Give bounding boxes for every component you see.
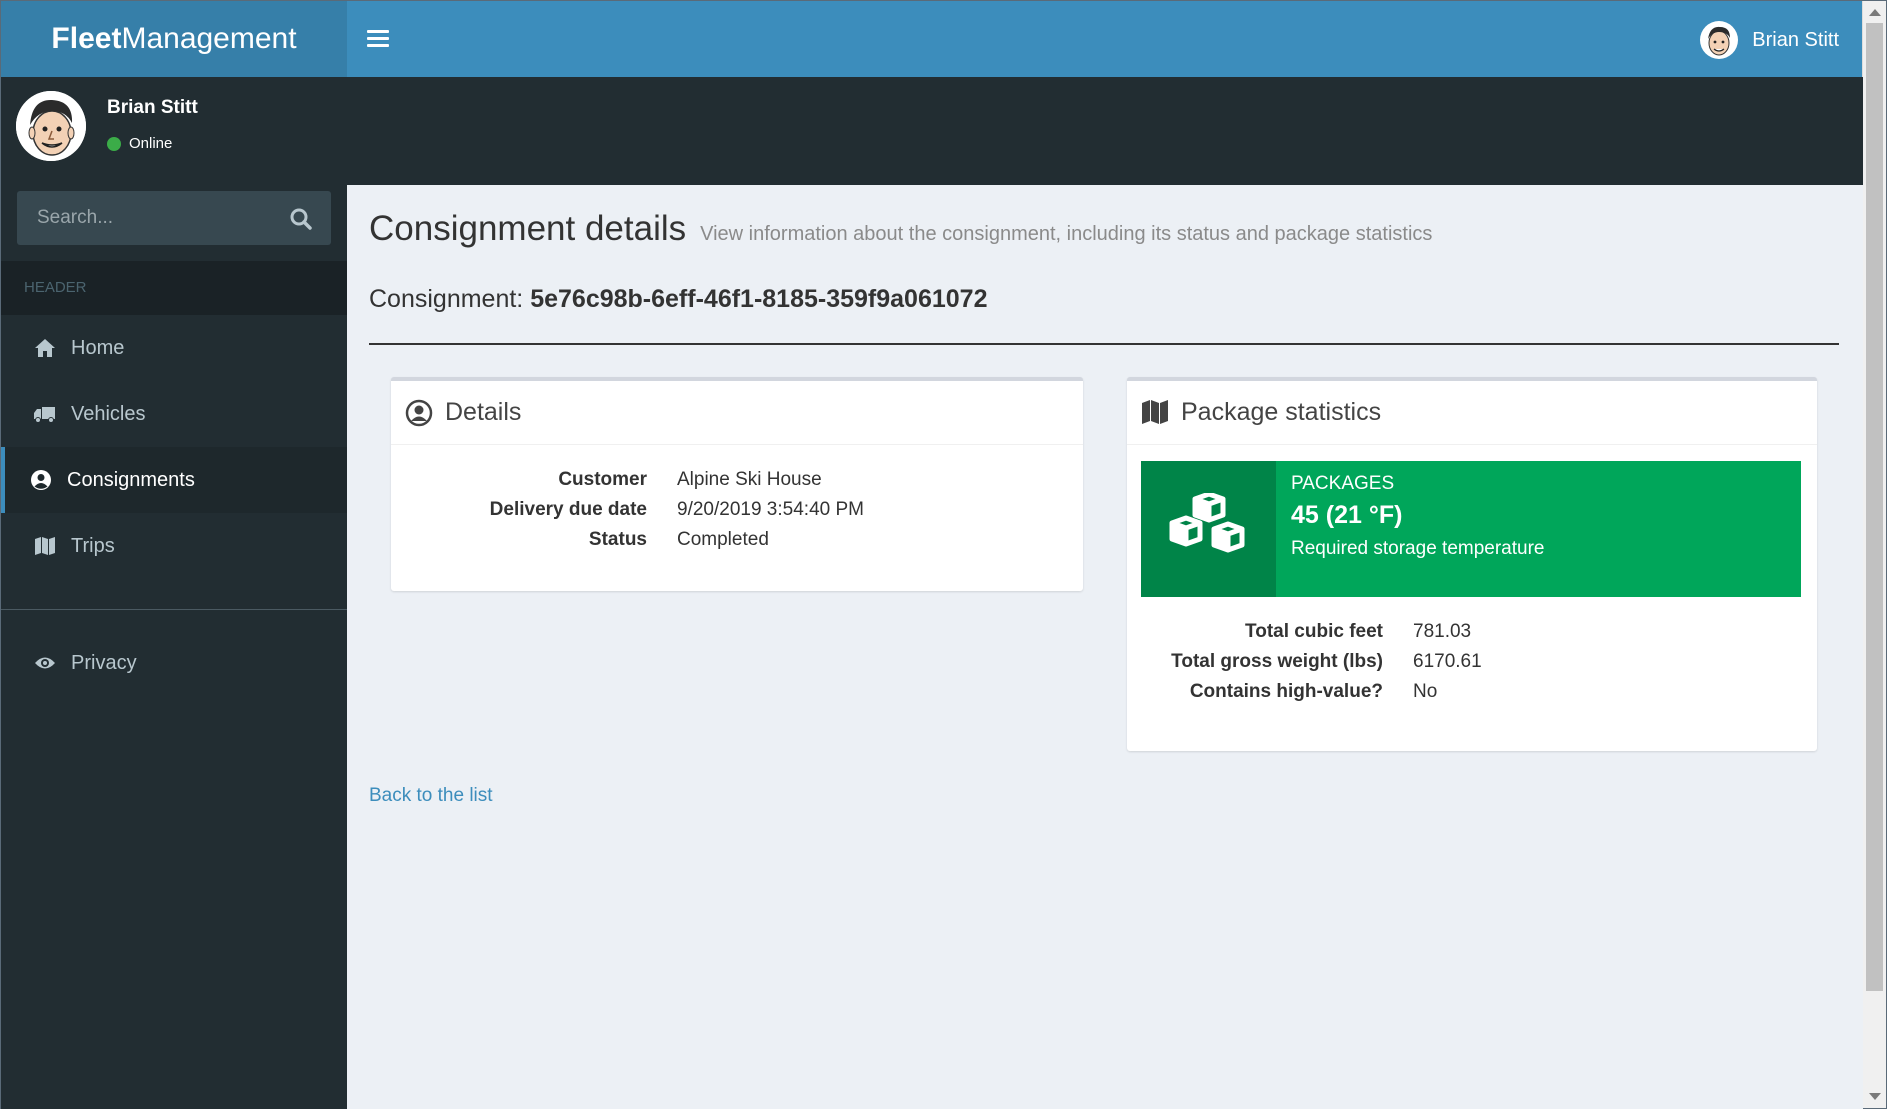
page-heading: Consignment details [369, 209, 687, 248]
details-label: Delivery due date [489, 499, 647, 520]
details-row: Customer Alpine Ski House [391, 465, 864, 495]
top-header: FleetManagement Brian Stitt [1, 1, 1863, 77]
home-icon [33, 336, 57, 360]
sidebar-section-header: HEADER [1, 261, 347, 315]
divider [369, 343, 1839, 345]
search-input[interactable] [17, 191, 277, 245]
stats-value: No [1413, 681, 1438, 702]
page-subtitle: View information about the consignment, … [700, 223, 1433, 245]
consignment-label: Consignment: [369, 285, 524, 313]
truck-icon [33, 402, 57, 426]
scrollbar-thumb[interactable] [1866, 23, 1883, 991]
stats-row: Total gross weight (lbs) 6170.61 [1127, 647, 1482, 677]
eye-icon [33, 651, 57, 675]
details-label: Status [588, 529, 647, 550]
info-box-content: PACKAGES 45 (21 °F) Required storage tem… [1291, 473, 1544, 560]
details-title: Details [445, 398, 522, 426]
package-statistics-panel: Package statistics PACKAGES 45 (21 °F) R… [1127, 377, 1817, 751]
sidebar-divider [1, 609, 347, 610]
sidebar-item-label: Privacy [71, 651, 137, 674]
packages-info-box: PACKAGES 45 (21 °F) Required storage tem… [1141, 461, 1801, 597]
stats-row: Total cubic feet 781.03 [1127, 617, 1482, 647]
sidebar-item-home[interactable]: Home [1, 315, 347, 381]
user-circle-icon [405, 399, 433, 427]
details-panel: Details Customer Alpine Ski House Delive… [391, 377, 1083, 591]
search-icon[interactable] [289, 207, 313, 231]
stats-list: Total cubic feet 781.03 Total gross weig… [1127, 617, 1482, 707]
info-box-description: Required storage temperature [1291, 538, 1545, 559]
page-title: Consignment details View information abo… [369, 209, 1432, 249]
details-value: 9/20/2019 3:54:40 PM [677, 499, 864, 520]
vertical-scrollbar[interactable] [1862, 1, 1886, 1108]
details-row: Status Completed [391, 525, 864, 555]
scroll-down-icon[interactable] [1869, 1093, 1881, 1100]
sidebar-search [17, 191, 331, 245]
cubes-icon [1141, 461, 1276, 597]
info-box-label: PACKAGES [1291, 473, 1395, 494]
details-value: Alpine Ski House [677, 469, 822, 490]
sidebar-item-trips[interactable]: Trips [1, 513, 347, 579]
main-content: Consignment details View information abo… [347, 185, 1863, 1109]
scroll-up-icon[interactable] [1869, 9, 1881, 16]
status-dot-icon [107, 136, 121, 151]
stats-label: Contains high-value? [1189, 681, 1383, 702]
user-status: Online [107, 135, 172, 152]
sidebar-item-label: Vehicles [71, 402, 146, 425]
hamburger-icon[interactable] [367, 27, 389, 51]
sidebar-item-privacy[interactable]: Privacy [1, 630, 347, 696]
sidebar-user-name: Brian Stitt [107, 97, 198, 118]
avatar [1700, 21, 1739, 59]
details-panel-header: Details [391, 381, 1083, 445]
avatar [16, 91, 86, 161]
info-box-number: 45 (21 °F) [1291, 501, 1403, 529]
back-to-list-link[interactable]: Back to the list [369, 785, 493, 807]
map-icon [1141, 399, 1169, 427]
header-user-menu[interactable]: Brian Stitt [1700, 21, 1839, 59]
sidebar-item-vehicles[interactable]: Vehicles [1, 381, 347, 447]
stats-value: 781.03 [1413, 621, 1472, 642]
stats-row: Contains high-value? No [1127, 677, 1482, 707]
sidebar-item-label: Consignments [67, 468, 195, 491]
header-user-name: Brian Stitt [1752, 28, 1839, 51]
stats-panel-header: Package statistics [1127, 381, 1817, 445]
details-label: Customer [558, 469, 647, 490]
details-row: Delivery due date 9/20/2019 3:54:40 PM [391, 495, 864, 525]
details-value: Completed [677, 529, 769, 550]
user-status-label: Online [129, 135, 173, 152]
sidebar-menu: Home Vehicles Consignments Trips Privacy [1, 315, 347, 696]
user-circle-icon [29, 468, 53, 492]
sidebar-item-consignments[interactable]: Consignments [1, 447, 347, 513]
user-panel: Brian Stitt Online [1, 77, 347, 185]
stats-title: Package statistics [1181, 398, 1382, 426]
map-icon [33, 534, 57, 558]
sidebar: Brian Stitt Online HEADER Home Vehicles [1, 77, 347, 1109]
details-list: Customer Alpine Ski House Delivery due d… [391, 465, 864, 555]
consignment-heading: Consignment: 5e76c98b-6eff-46f1-8185-359… [369, 285, 987, 314]
stats-label: Total gross weight (lbs) [1171, 651, 1383, 672]
sidebar-item-label: Trips [71, 534, 115, 557]
stats-value: 6170.61 [1413, 651, 1482, 672]
stats-label: Total cubic feet [1245, 621, 1383, 642]
sidebar-item-label: Home [71, 336, 125, 359]
consignment-id: 5e76c98b-6eff-46f1-8185-359f9a061072 [530, 285, 988, 313]
content-header-strip [347, 77, 1863, 185]
app-logo[interactable]: FleetManagement [1, 1, 347, 77]
